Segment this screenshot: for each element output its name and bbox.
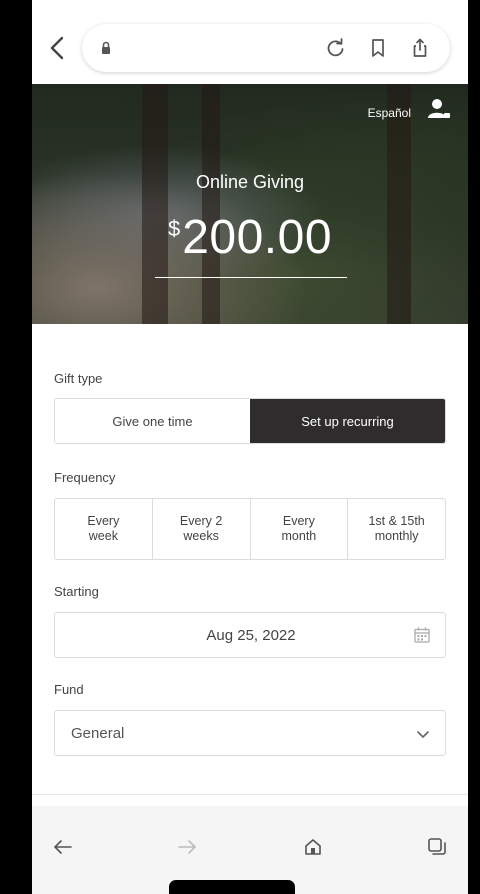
- gift-type-toggle: Give one time Set up recurring: [54, 398, 446, 444]
- phone-screen: Español Online Giving $200.00 Gift type …: [32, 0, 468, 894]
- frequency-option-every-2-weeks[interactable]: Every 2 weeks: [151, 499, 250, 559]
- fund-selected-value: General: [71, 725, 125, 742]
- frequency-option-line: Every: [87, 514, 120, 528]
- amount-underline: [155, 277, 347, 278]
- frequency-option-1st-15th-monthly[interactable]: 1st & 15th monthly: [347, 499, 445, 559]
- frequency-option-line: week: [88, 529, 118, 543]
- frequency-option-line: Every 2: [179, 514, 223, 528]
- section-divider: [32, 794, 468, 795]
- hero-banner: Español Online Giving $200.00: [32, 84, 468, 324]
- language-link[interactable]: Español: [368, 106, 411, 120]
- reload-icon[interactable]: [324, 36, 348, 60]
- frequency-option-every-month[interactable]: Every month: [249, 499, 348, 559]
- lock-icon: [102, 41, 110, 54]
- bookmark-icon[interactable]: [366, 36, 390, 60]
- frequency-option-line: month: [281, 529, 317, 543]
- frequency-label: Frequency: [54, 470, 116, 485]
- back-chevron-icon[interactable]: [46, 34, 70, 62]
- give-one-time-button[interactable]: Give one time: [55, 399, 250, 443]
- amount-value: 200.00: [182, 211, 333, 264]
- chevron-down-icon: [417, 731, 429, 738]
- starting-label: Starting: [54, 584, 99, 599]
- frequency-option-line: weeks: [183, 529, 219, 543]
- currency-symbol: $: [167, 216, 181, 241]
- start-date-value: Aug 25, 2022: [206, 627, 296, 644]
- home-icon[interactable]: [302, 836, 324, 858]
- gift-amount[interactable]: $200.00: [32, 210, 468, 265]
- set-up-recurring-button[interactable]: Set up recurring: [250, 399, 445, 443]
- frequency-option-line: monthly: [374, 529, 419, 543]
- frequency-selector: Every week Every 2 weeks Every month 1st & …: [54, 498, 446, 560]
- start-date-field[interactable]: Aug 25, 2022: [54, 612, 446, 658]
- home-indicator: [169, 880, 295, 894]
- frequency-option-line: Every: [282, 514, 315, 528]
- frequency-option-every-week[interactable]: Every week: [55, 499, 152, 559]
- hero-overlay: [32, 84, 468, 324]
- page-title: Online Giving: [195, 172, 305, 192]
- share-icon[interactable]: [408, 36, 432, 60]
- forward-arrow-icon[interactable]: [176, 836, 198, 858]
- browser-top-bar: [32, 0, 468, 84]
- fund-select[interactable]: General: [54, 710, 446, 756]
- gift-type-label: Gift type: [54, 371, 103, 386]
- fund-label: Fund: [54, 682, 84, 697]
- calendar-icon[interactable]: [413, 626, 431, 644]
- tabs-icon[interactable]: [426, 836, 448, 858]
- user-account-icon[interactable]: [426, 96, 452, 122]
- frequency-option-line: 1st & 15th: [368, 514, 425, 528]
- back-arrow-icon[interactable]: [52, 836, 74, 858]
- address-bar[interactable]: [82, 24, 450, 72]
